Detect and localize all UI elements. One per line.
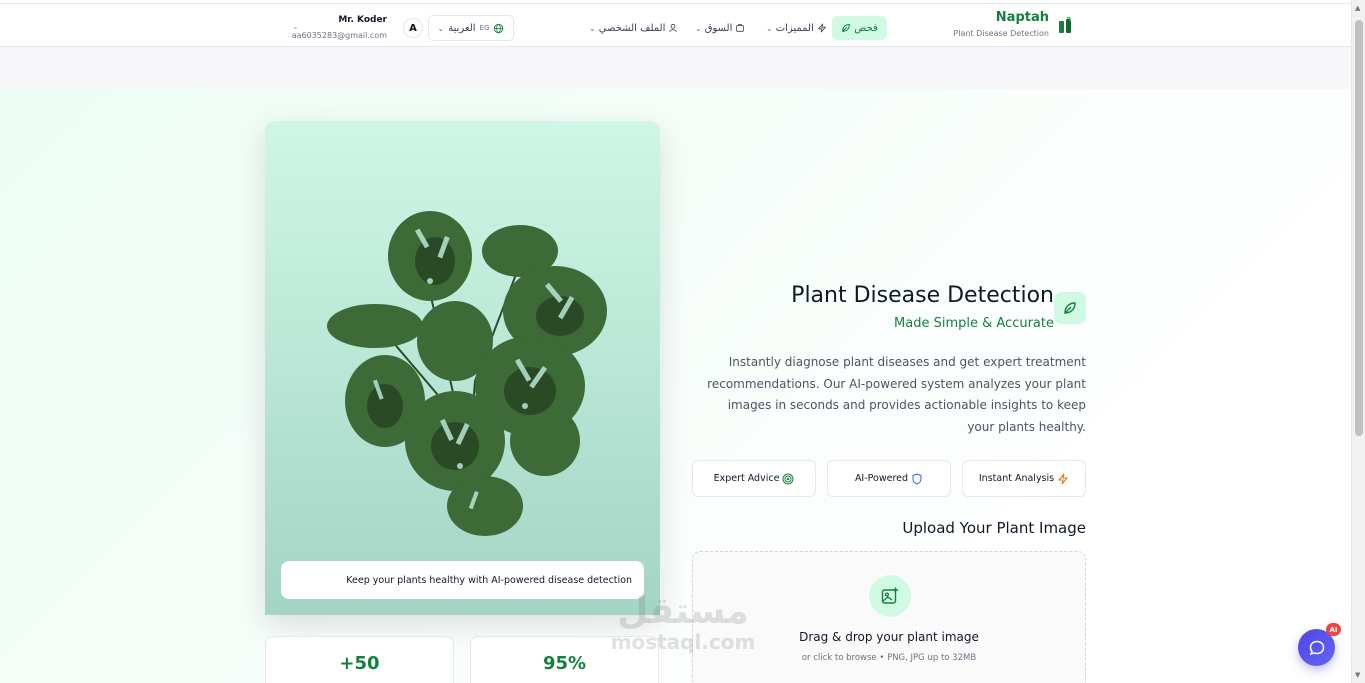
feature-ai-powered: AI-Powered bbox=[827, 460, 951, 497]
nav-profile[interactable]: ⌄ الملف الشخصي bbox=[589, 16, 678, 40]
plant-image-card: Keep your plants healthy with AI-powered… bbox=[265, 121, 660, 615]
title-badge bbox=[1054, 292, 1086, 324]
nav-features[interactable]: ⌄ المميزات bbox=[766, 16, 827, 40]
chevron-down-icon: ⌄ bbox=[695, 23, 702, 33]
shield-icon bbox=[912, 472, 922, 485]
nav-market[interactable]: ⌄ السوق bbox=[695, 16, 745, 40]
lightning-icon bbox=[817, 23, 827, 33]
feature-expert-advice: Expert Advice bbox=[692, 460, 816, 497]
chevron-down-icon: ⌄ bbox=[589, 23, 596, 33]
nav-scan-label: فحص bbox=[854, 22, 878, 34]
stat-value: 95% bbox=[542, 653, 587, 674]
store-icon bbox=[736, 24, 745, 32]
plant-caption: Keep your plants healthy with AI-powered… bbox=[281, 561, 644, 599]
page-scrollbar[interactable]: ▲ ▼ bbox=[1351, 0, 1365, 683]
leaf-icon bbox=[1064, 302, 1076, 314]
leaf-icon bbox=[842, 24, 851, 32]
feature-label: AI-Powered bbox=[854, 473, 909, 484]
feature-label: Instant Analysis bbox=[978, 473, 1055, 484]
chevron-down-icon: ⌄ bbox=[766, 23, 773, 33]
target-icon bbox=[782, 473, 794, 484]
upload-icon-badge bbox=[869, 575, 911, 617]
watermark-latin: mostaql.com bbox=[610, 630, 756, 654]
user-icon bbox=[669, 24, 678, 33]
chat-bubble-icon bbox=[1309, 640, 1324, 655]
scroll-down-icon[interactable]: ▼ bbox=[1355, 671, 1360, 679]
nav-scan[interactable]: فحص bbox=[832, 16, 887, 40]
language-label: العربية bbox=[448, 22, 476, 34]
watermark-arabic: مستقل bbox=[617, 591, 749, 632]
image-add-icon bbox=[881, 587, 898, 604]
language-selector[interactable]: ⌄ العربية EG bbox=[428, 15, 514, 41]
user-menu-chevron-icon[interactable]: ⌄ bbox=[292, 22, 299, 31]
dropzone-hint: or click to browse • PNG, JPG up to 32MB bbox=[801, 653, 977, 663]
chevron-down-icon: ⌄ bbox=[437, 23, 445, 33]
stat-card: +50 bbox=[265, 636, 454, 683]
logo-icon bbox=[1059, 17, 1071, 33]
lightning-icon bbox=[1058, 473, 1069, 484]
brand-subtitle: Plant Disease Detection bbox=[953, 29, 1049, 38]
nav-market-label: السوق bbox=[704, 22, 733, 34]
scroll-up-icon[interactable]: ▲ bbox=[1355, 4, 1360, 12]
feature-instant-analysis: Instant Analysis bbox=[962, 460, 1086, 497]
stat-value: +50 bbox=[339, 653, 380, 674]
feature-label: Expert Advice bbox=[713, 473, 780, 484]
ai-badge: AI bbox=[1326, 623, 1341, 636]
nav-features-label: المميزات bbox=[775, 22, 814, 34]
upload-heading: Upload Your Plant Image bbox=[902, 519, 1086, 537]
user-name: Mr. Koder bbox=[338, 15, 387, 25]
user-email: aa6035283@gmail.com bbox=[291, 31, 387, 40]
hero-description: Instantly diagnose plant diseases and ge… bbox=[707, 355, 1086, 434]
nav-profile-label: الملف الشخصي bbox=[598, 22, 666, 34]
sub-header-bar bbox=[0, 47, 1351, 89]
top-navbar: Naptah Plant Disease Detection فحص ⌄ الم… bbox=[0, 3, 1351, 47]
globe-icon bbox=[494, 23, 504, 33]
page-title: Plant Disease Detection bbox=[791, 283, 1054, 308]
monstera-plant-image bbox=[327, 211, 607, 536]
scroll-thumb[interactable] bbox=[1355, 20, 1363, 436]
brand-title: Naptah bbox=[995, 10, 1049, 25]
watermark: مستقل mostaql.com bbox=[598, 591, 768, 654]
avatar[interactable]: A bbox=[403, 18, 423, 38]
page-subtitle: Made Simple & Accurate bbox=[894, 316, 1054, 331]
language-code: EG bbox=[479, 24, 490, 32]
